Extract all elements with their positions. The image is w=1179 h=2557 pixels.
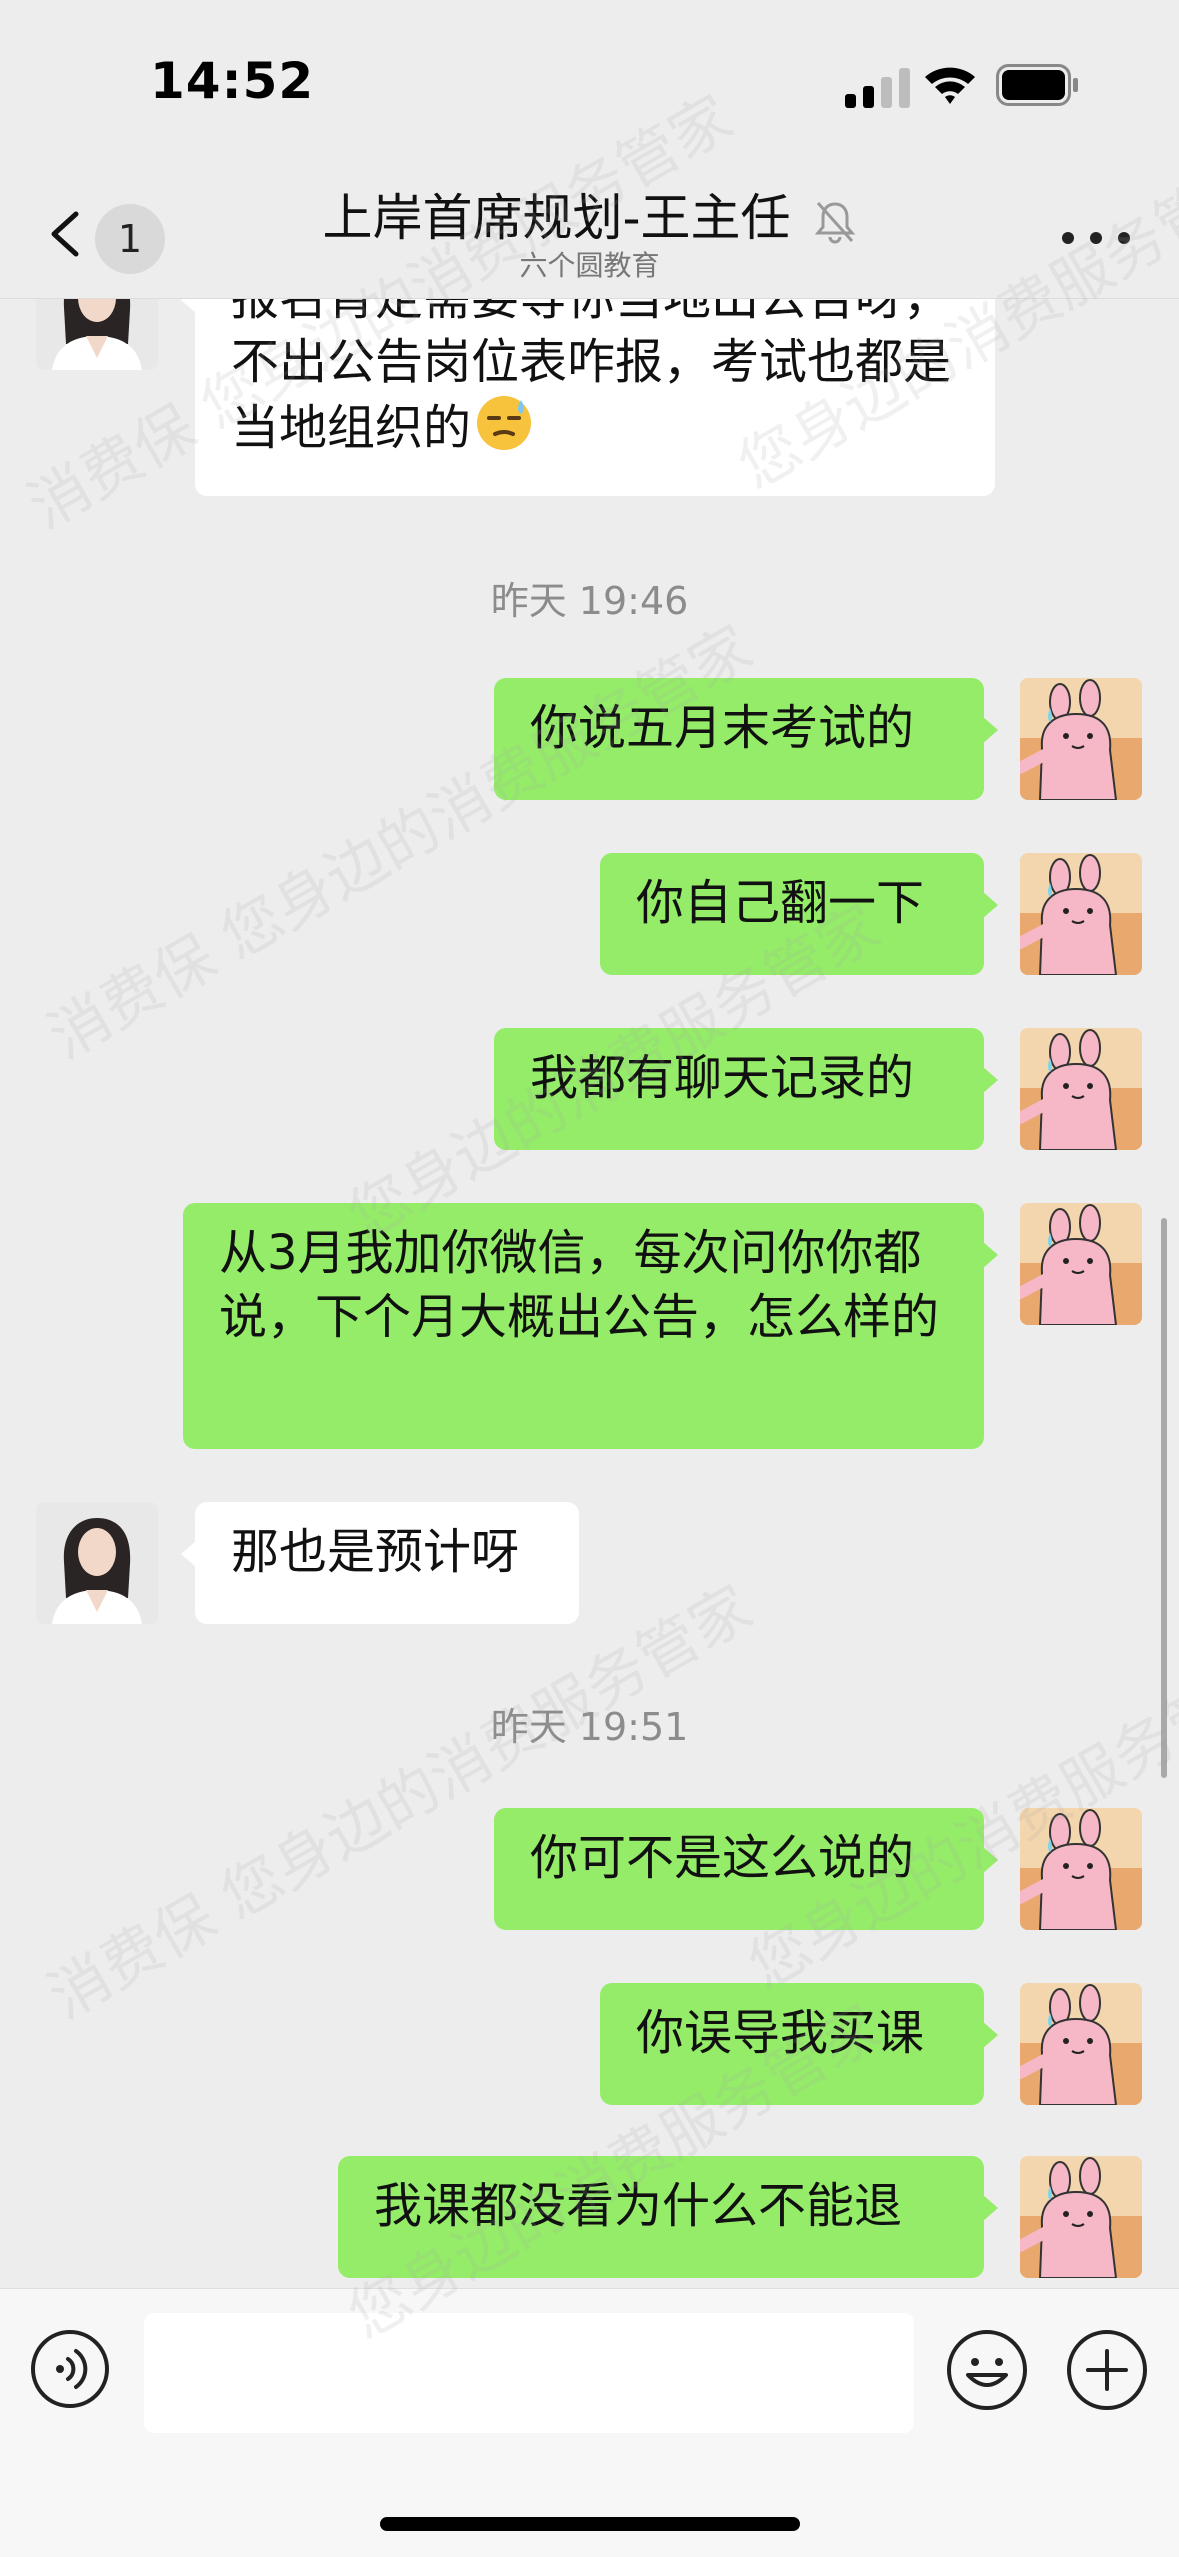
pink-rabbit-avatar-icon [1020, 1983, 1142, 2105]
input-bar [0, 2288, 1179, 2557]
more-dots-icon [1062, 232, 1074, 244]
my-avatar[interactable] [1020, 678, 1142, 800]
status-time: 14:52 [150, 52, 315, 110]
message-text: 你自己翻一下 [636, 875, 925, 931]
message-input[interactable] [144, 2313, 914, 2433]
my-avatar[interactable] [1020, 853, 1142, 975]
home-indicator[interactable] [380, 2517, 800, 2531]
voice-icon[interactable] [30, 2329, 110, 2409]
my-avatar[interactable] [1020, 2156, 1142, 2278]
my-avatar[interactable] [1020, 1028, 1142, 1150]
message-list[interactable]: 报名肯定需要等你当地出公告呀，不出公告岗位表咋报，考试也都是当地组织的 昨天 1… [0, 298, 1179, 2288]
message-text: 从3月我加你微信，每次问你你都说，下个月大概出公告，怎么样的 [219, 1225, 940, 1345]
chat-title: 上岸首席规划-王主任 [322, 189, 791, 247]
message-bubble-outgoing[interactable]: 我都有聊天记录的 [494, 1028, 998, 1150]
message-text: 你说五月末考试的 [530, 700, 915, 756]
cellular-signal-icon [845, 68, 910, 108]
pink-rabbit-avatar-icon [1020, 1203, 1142, 1325]
message-bubble-outgoing[interactable]: 从3月我加你微信，每次问你你都说，下个月大概出公告，怎么样的 [183, 1203, 998, 1449]
plus-icon[interactable] [1066, 2329, 1148, 2411]
contact-avatar[interactable] [36, 298, 158, 370]
battery-icon [996, 64, 1078, 106]
status-bar: 14:52 [0, 0, 1179, 170]
message-bubble-incoming[interactable]: 那也是预计呀 [181, 1502, 579, 1624]
more-button[interactable] [1060, 216, 1140, 256]
bell-off-icon [815, 201, 856, 243]
message-text: 你可不是这么说的 [530, 1830, 915, 1886]
message-bubble-outgoing[interactable]: 你可不是这么说的 [494, 1808, 998, 1930]
contact-avatar[interactable] [36, 1502, 158, 1624]
woman-portrait-icon [36, 298, 158, 370]
smile-icon[interactable] [946, 2329, 1028, 2411]
timestamp: 昨天 19:51 [490, 1705, 689, 1749]
message-text: 你误导我买课 [636, 2005, 925, 2061]
chat-header: 1 上岸首席规划-王主任 六个圆教育 [0, 170, 1179, 299]
timestamp: 昨天 19:46 [490, 579, 689, 623]
my-avatar[interactable] [1020, 1983, 1142, 2105]
scrollbar[interactable] [1161, 1218, 1167, 1778]
my-avatar[interactable] [1020, 1203, 1142, 1325]
downcast-sweat-face-icon [477, 396, 532, 450]
message-text: 我都有聊天记录的 [530, 1050, 915, 1106]
woman-portrait-icon [36, 1502, 158, 1624]
message-text: 我课都没看为什么不能退 [374, 2178, 903, 2234]
pink-rabbit-avatar-icon [1020, 1808, 1142, 1930]
message-text: 报名肯定需要等你当地出公告呀，不出公告岗位表咋报，考试也都是当地组织的 [231, 298, 952, 456]
chat-subtitle: 六个圆教育 [519, 249, 660, 282]
chat-title-block: 上岸首席规划-王主任 [0, 178, 1179, 250]
message-bubble-outgoing[interactable]: 你误导我买课 [600, 1983, 998, 2105]
wifi-icon [925, 67, 975, 104]
message-bubble-outgoing[interactable]: 你自己翻一下 [600, 853, 998, 975]
pink-rabbit-avatar-icon [1020, 853, 1142, 975]
message-text: 那也是预计呀 [231, 1524, 520, 1580]
message-bubble-outgoing[interactable]: 我课都没看为什么不能退 [338, 2156, 998, 2278]
pink-rabbit-avatar-icon [1020, 1028, 1142, 1150]
pink-rabbit-avatar-icon [1020, 678, 1142, 800]
my-avatar[interactable] [1020, 1808, 1142, 1930]
message-bubble-incoming[interactable]: 报名肯定需要等你当地出公告呀，不出公告岗位表咋报，考试也都是当地组织的 [181, 298, 995, 496]
pink-rabbit-avatar-icon [1020, 2156, 1142, 2278]
message-bubble-outgoing[interactable]: 你说五月末考试的 [494, 678, 998, 800]
